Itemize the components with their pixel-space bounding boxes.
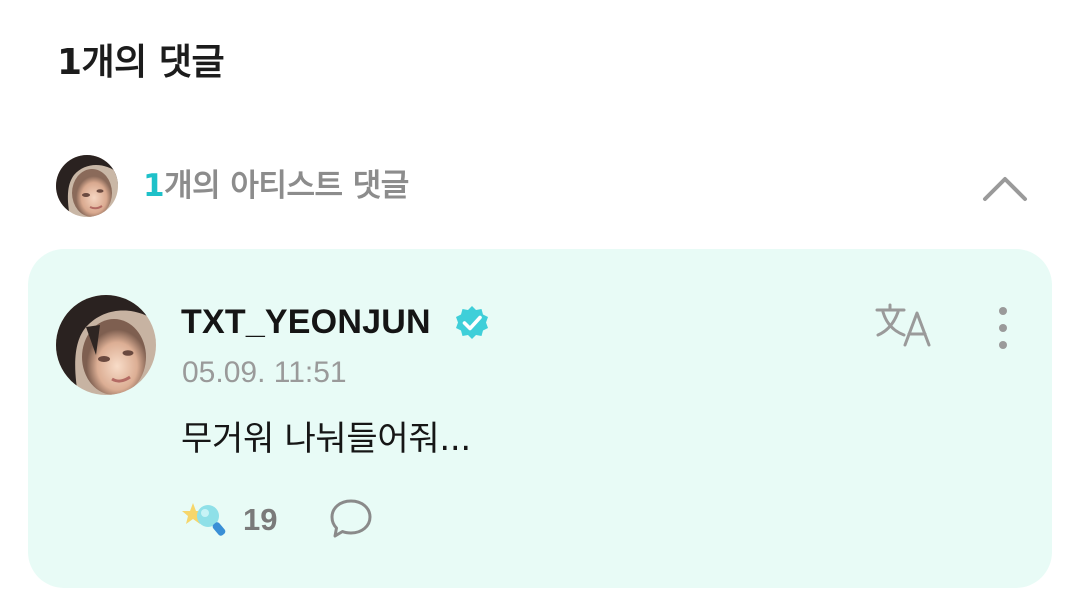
- comment-timestamp: 05.09. 11:51: [182, 356, 347, 389]
- cheer-light-stick-icon[interactable]: [181, 497, 231, 539]
- commenter-avatar[interactable]: [56, 295, 156, 395]
- artist-comment-card: TXT_YEONJUN 05.09. 11:51 무거워 나눠들어줘... 19: [28, 249, 1052, 588]
- like-count: 19: [243, 502, 278, 537]
- artist-avatar: [56, 155, 118, 217]
- more-vertical-icon[interactable]: [988, 305, 1018, 351]
- artist-comment-count-label: 1개의 아티스트 댓글: [143, 163, 409, 209]
- speech-bubble-icon[interactable]: [328, 497, 374, 541]
- artist-comment-count: 1: [143, 168, 165, 204]
- commenter-username[interactable]: TXT_YEONJUN: [181, 299, 431, 345]
- page-title: 1개의 댓글: [57, 42, 225, 83]
- verified-badge-icon: [453, 304, 491, 342]
- artist-comment-label: 개의 아티스트 댓글: [164, 168, 409, 204]
- translate-icon[interactable]: [874, 303, 934, 347]
- comment-body: 무거워 나눠들어줘...: [181, 419, 471, 459]
- artist-comments-header[interactable]: 1개의 아티스트 댓글: [56, 155, 1040, 217]
- chevron-up-icon[interactable]: [980, 167, 1030, 207]
